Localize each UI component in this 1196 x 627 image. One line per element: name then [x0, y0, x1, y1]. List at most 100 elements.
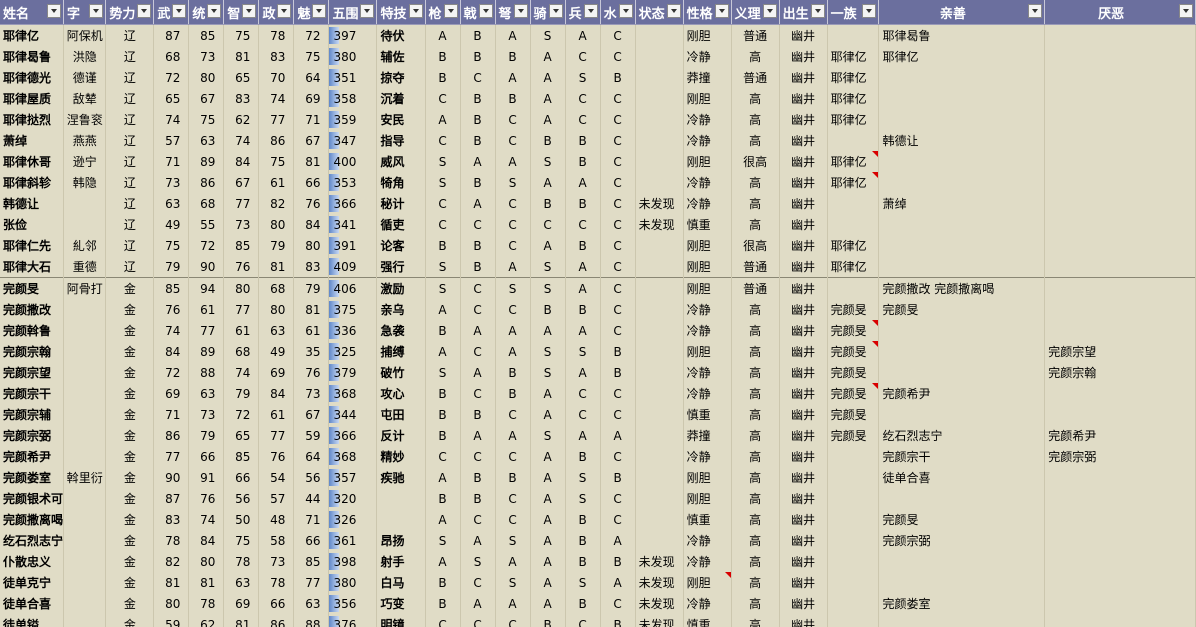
table-cell[interactable]: S	[495, 530, 531, 551]
table-cell[interactable]: B	[425, 425, 461, 446]
table-cell[interactable]	[376, 488, 426, 509]
table-cell[interactable]: 80	[258, 299, 295, 320]
table-cell[interactable]: 81	[223, 46, 260, 67]
table-cell[interactable]	[63, 509, 107, 530]
table-cell[interactable]: 秘计	[376, 193, 426, 214]
column-header[interactable]: 字	[63, 0, 107, 25]
filter-dropdown-icon[interactable]	[618, 4, 633, 18]
table-cell[interactable]	[1044, 256, 1196, 278]
table-cell[interactable]	[635, 404, 684, 425]
table-cell[interactable]: B	[460, 24, 496, 46]
table-cell[interactable]: S	[460, 551, 496, 572]
table-cell[interactable]: 64	[293, 446, 330, 467]
table-cell[interactable]: S	[565, 67, 601, 88]
table-cell[interactable]: 冷静	[683, 551, 732, 572]
table-cell[interactable]	[1044, 488, 1196, 509]
table-cell[interactable]: 幽井	[779, 320, 828, 341]
table-cell[interactable]: B	[425, 320, 461, 341]
table-cell[interactable]: 76	[293, 193, 330, 214]
table-cell[interactable]: 73	[188, 404, 225, 425]
table-cell[interactable]	[878, 488, 1046, 509]
table-cell[interactable]: 77	[153, 446, 190, 467]
table-cell[interactable]: 耶律亿	[827, 235, 880, 256]
table-cell[interactable]: A	[530, 383, 566, 404]
table-cell[interactable]	[827, 572, 880, 593]
filter-dropdown-icon[interactable]	[89, 4, 104, 18]
table-cell[interactable]: 刚胆	[683, 151, 732, 172]
table-cell[interactable]: A	[425, 24, 461, 46]
table-cell[interactable]: 高	[731, 341, 780, 362]
table-cell[interactable]: 79	[293, 277, 330, 299]
table-cell[interactable]: A	[565, 362, 601, 383]
table-cell[interactable]: A	[565, 172, 601, 193]
table-cell[interactable]: 356	[328, 593, 378, 614]
filter-dropdown-icon[interactable]	[810, 4, 825, 18]
table-cell[interactable]: A	[530, 404, 566, 425]
table-cell[interactable]: C	[425, 193, 461, 214]
table-cell[interactable]: 376	[328, 614, 378, 627]
table-cell[interactable]: C	[495, 614, 531, 627]
table-cell[interactable]: C	[495, 109, 531, 130]
column-header[interactable]: 一族	[827, 0, 880, 25]
table-cell[interactable]: S	[425, 172, 461, 193]
table-cell[interactable]: B	[530, 130, 566, 151]
table-cell[interactable]: B	[460, 488, 496, 509]
table-cell[interactable]: A	[495, 593, 531, 614]
table-cell[interactable]: 洪隐	[63, 46, 107, 67]
table-cell[interactable]: A	[530, 320, 566, 341]
table-cell[interactable]: 普通	[731, 277, 780, 299]
table-cell[interactable]: 辽	[105, 67, 155, 88]
table-cell[interactable]: 78	[258, 24, 295, 46]
table-cell[interactable]: 金	[105, 509, 155, 530]
table-cell[interactable]: 85	[223, 235, 260, 256]
table-cell[interactable]	[827, 614, 880, 627]
table-cell[interactable]: 72	[293, 24, 330, 46]
table-cell[interactable]	[1044, 130, 1196, 151]
table-cell[interactable]	[1044, 320, 1196, 341]
table-cell[interactable]: 安民	[376, 109, 426, 130]
table-cell[interactable]: 刚胆	[683, 24, 732, 46]
table-cell[interactable]: 完颜宗干	[0, 383, 65, 404]
table-cell[interactable]: 65	[153, 88, 190, 109]
table-cell[interactable]: 徒单合喜	[878, 467, 1046, 488]
table-cell[interactable]	[635, 277, 684, 299]
table-cell[interactable]	[827, 530, 880, 551]
table-cell[interactable]: 耶律仁先	[0, 235, 65, 256]
table-cell[interactable]: A	[600, 572, 636, 593]
table-cell[interactable]: 高	[731, 299, 780, 320]
table-cell[interactable]: 完颜旻	[827, 383, 880, 404]
table-cell[interactable]: C	[495, 488, 531, 509]
table-cell[interactable]: 50	[223, 509, 260, 530]
column-header[interactable]: 义理	[731, 0, 780, 25]
table-cell[interactable]: 高	[731, 383, 780, 404]
table-cell[interactable]	[635, 341, 684, 362]
table-cell[interactable]: 78	[188, 593, 225, 614]
table-cell[interactable]: 金	[105, 446, 155, 467]
table-cell[interactable]: 冷静	[683, 46, 732, 67]
table-cell[interactable]: 76	[258, 446, 295, 467]
table-cell[interactable]: 73	[153, 172, 190, 193]
table-cell[interactable]	[827, 24, 880, 46]
table-cell[interactable]: 完颜旻	[827, 425, 880, 446]
table-cell[interactable]: 幽井	[779, 299, 828, 320]
table-cell[interactable]: 75	[293, 46, 330, 67]
table-cell[interactable]: 金	[105, 614, 155, 627]
table-cell[interactable]: B	[565, 193, 601, 214]
table-cell[interactable]: 83	[293, 256, 330, 278]
table-cell[interactable]: 74	[153, 109, 190, 130]
table-cell[interactable]: 86	[258, 130, 295, 151]
table-cell[interactable]: 金	[105, 488, 155, 509]
table-cell[interactable]: C	[530, 214, 566, 235]
table-cell[interactable]: 激励	[376, 277, 426, 299]
table-cell[interactable]: C	[495, 193, 531, 214]
table-cell[interactable]: C	[565, 46, 601, 67]
filter-dropdown-icon[interactable]	[242, 4, 257, 18]
table-cell[interactable]: 辽	[105, 130, 155, 151]
table-cell[interactable]: B	[565, 299, 601, 320]
table-cell[interactable]: C	[495, 214, 531, 235]
table-cell[interactable]: 高	[731, 46, 780, 67]
table-cell[interactable]: 71	[293, 109, 330, 130]
filter-dropdown-icon[interactable]	[443, 4, 458, 18]
table-cell[interactable]: 完颜旻	[827, 362, 880, 383]
table-cell[interactable]: 完颜宗干	[878, 446, 1046, 467]
